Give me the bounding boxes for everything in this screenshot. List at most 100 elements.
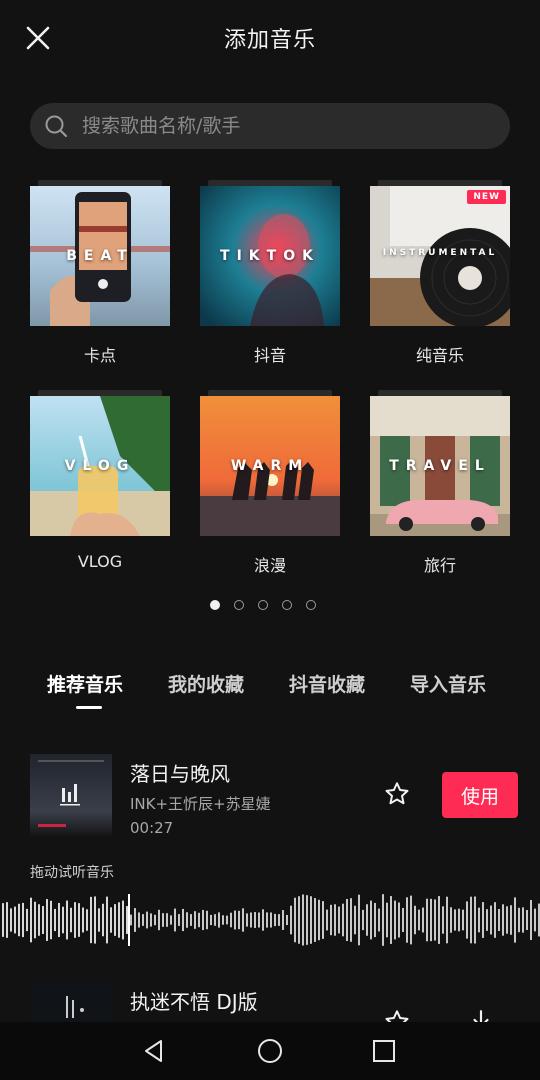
waveform-bar [474, 896, 476, 944]
waveform-bar [462, 909, 464, 931]
cover-text: BEAT [66, 248, 134, 264]
waveform-bar [186, 912, 188, 928]
cover-text: TRAVEL [389, 458, 491, 474]
waveform-bar [274, 913, 276, 927]
waveform-bar [2, 903, 4, 937]
waveform-bar [266, 912, 268, 928]
waveform-bar [182, 908, 184, 932]
audio-waveform[interactable] [0, 890, 540, 950]
waveform-bar [466, 901, 468, 939]
waveform-bar [214, 914, 216, 926]
tab-import-music[interactable]: 导入音乐 [410, 670, 486, 697]
category-cover: VLOG [30, 396, 170, 536]
playhead[interactable] [128, 894, 130, 946]
use-button[interactable]: 使用 [442, 772, 518, 818]
waveform-bar [94, 896, 96, 944]
waveform-bar [534, 908, 536, 932]
waveform-bar [510, 905, 512, 935]
waveform-bar [446, 896, 448, 944]
waveform-bar [134, 908, 136, 932]
search-input[interactable] [82, 103, 492, 149]
waveform-bar [346, 899, 348, 941]
waveform-bar [282, 910, 284, 930]
waveform-bar [318, 899, 320, 941]
page-dot[interactable] [306, 600, 316, 610]
waveform-bar [426, 898, 428, 942]
waveform-bar [46, 899, 48, 941]
category-label: 旅行 [423, 556, 456, 575]
tab-recommended[interactable]: 推荐音乐 [47, 670, 123, 697]
waveform-bar [242, 908, 244, 932]
waveform-bar [158, 909, 160, 931]
waveform-bar [490, 905, 492, 935]
waveform-bar [366, 904, 368, 936]
waveform-bar [322, 901, 324, 939]
waveform-bar [390, 896, 392, 944]
waveform-bar [430, 898, 432, 942]
waveform-bar [222, 915, 224, 925]
waveform-bar [230, 912, 232, 928]
waveform-bar [210, 914, 212, 926]
waveform-bar [74, 902, 76, 938]
waveform-bar [338, 906, 340, 934]
song-duration: 00:27 [130, 819, 174, 837]
favorite-star-icon[interactable] [383, 780, 411, 808]
waveform-bar [458, 908, 460, 932]
waveform-bar [198, 912, 200, 928]
music-tabs: 推荐音乐 我的收藏 抖音收藏 导入音乐 [0, 670, 540, 716]
waveform-bar [414, 905, 416, 935]
recents-square-icon[interactable] [369, 1036, 399, 1066]
song-title: 执迷不悟 DJ版 [130, 990, 258, 1014]
waveform-bar [66, 900, 68, 940]
waveform-bar [370, 900, 372, 940]
waveform-bar [306, 895, 308, 945]
tab-my-favorites[interactable]: 我的收藏 [168, 670, 244, 697]
back-triangle-icon[interactable] [139, 1036, 169, 1066]
page-dot[interactable] [282, 600, 292, 610]
waveform-bar [298, 896, 300, 944]
waveform-bar [190, 914, 192, 926]
waveform-bar [354, 905, 356, 935]
waveform-bar [482, 902, 484, 938]
waveform-bar [434, 899, 436, 941]
waveform-bar [378, 908, 380, 932]
search-bar[interactable] [30, 103, 510, 149]
waveform-bar [22, 902, 24, 938]
page-dot[interactable] [210, 600, 220, 610]
waveform-bar [146, 911, 148, 929]
home-circle-icon[interactable] [255, 1036, 285, 1066]
waveform-bar [90, 896, 92, 944]
waveform-bar [98, 908, 100, 932]
tab-douyin-favorites[interactable]: 抖音收藏 [289, 670, 365, 697]
waveform-bar [138, 912, 140, 928]
header: 添加音乐 [0, 0, 540, 76]
waveform-bar [62, 906, 64, 934]
waveform-bar [206, 910, 208, 930]
waveform-bar [286, 914, 288, 926]
waveform-bar [150, 913, 152, 927]
waveform-bar [334, 904, 336, 936]
page-dot[interactable] [258, 600, 268, 610]
waveform-bar [10, 908, 12, 932]
waveform-bar [130, 914, 132, 926]
waveform-bar [270, 912, 272, 928]
waveform-bar [54, 908, 56, 932]
waveform-bar [154, 914, 156, 926]
waveform-bar [122, 900, 124, 940]
waveform-bar [218, 912, 220, 928]
page-dot[interactable] [234, 600, 244, 610]
song-row[interactable]: 落日与晚风 INK+王忻辰+苏星婕 00:27 使用 [0, 754, 540, 844]
waveform-bar [326, 909, 328, 931]
waveform-bar [166, 913, 168, 927]
waveform-bar [58, 903, 60, 937]
waveform-bar [410, 895, 412, 945]
song-cover [30, 754, 112, 836]
category-cover: WARM [200, 396, 340, 536]
waveform-bar [470, 896, 472, 944]
waveform-bar [330, 904, 332, 936]
page-title: 添加音乐 [223, 28, 316, 53]
page-indicator [0, 600, 540, 612]
category-label: 抖音 [253, 346, 286, 365]
waveform-bar [110, 907, 112, 933]
waveform-bar [314, 898, 316, 942]
